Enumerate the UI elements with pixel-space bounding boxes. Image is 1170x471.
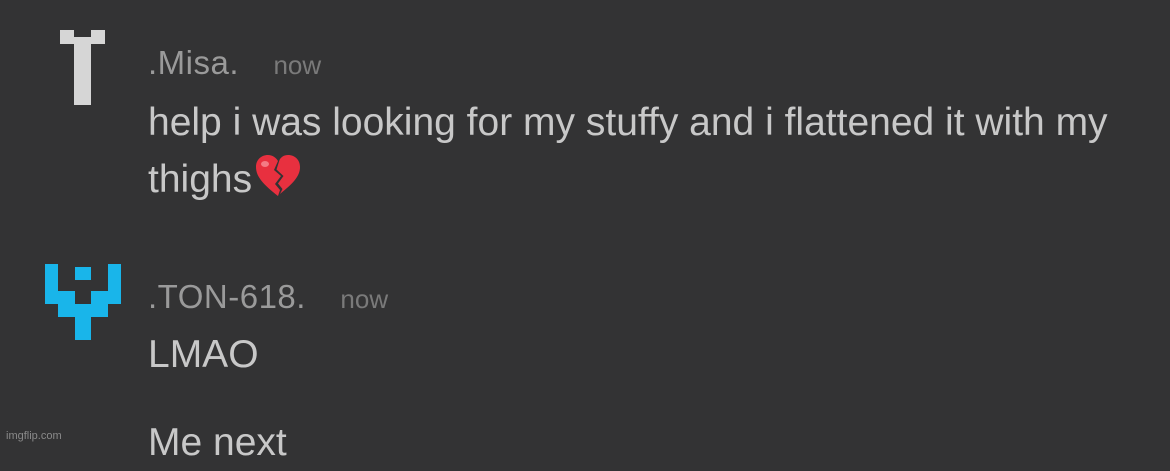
- message-ton618: .TON-618. now LMAO Me next: [0, 230, 1170, 464]
- broken-heart-icon: [254, 152, 302, 200]
- message-timestamp: now: [340, 284, 389, 314]
- message-misa: .Misa. now help i was looking for my stu…: [0, 0, 1170, 230]
- pixel-avatar-icon: [60, 30, 105, 105]
- watermark: imgflip.com: [6, 430, 62, 442]
- author-name[interactable]: .Misa.: [148, 44, 239, 81]
- message-text: Me next: [148, 421, 287, 464]
- message-timestamp: now: [273, 50, 322, 80]
- message-text: help i was looking for my stuffy and i f…: [148, 94, 1138, 208]
- avatar-misa[interactable]: [60, 30, 105, 105]
- avatar-ton618[interactable]: [45, 264, 121, 340]
- pixel-avatar-icon: [45, 264, 121, 340]
- author-name[interactable]: .TON-618.: [148, 278, 306, 315]
- message-header: .TON-618. now: [148, 278, 388, 316]
- message-text: LMAO: [148, 333, 259, 376]
- message-header: .Misa. now: [148, 44, 321, 82]
